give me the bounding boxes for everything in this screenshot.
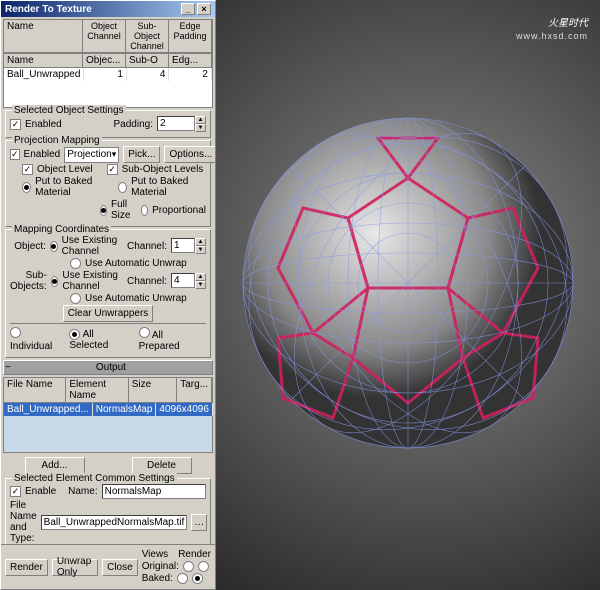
browse-file-button[interactable]: … xyxy=(191,514,207,531)
sub-auto-radio[interactable] xyxy=(70,293,81,304)
proportional-radio[interactable] xyxy=(141,205,148,216)
element-name-input[interactable]: NormalsMap xyxy=(102,484,206,499)
dialog-body: Name Object Channel Sub-Object Channel E… xyxy=(1,17,215,544)
add-element-button[interactable]: Add... xyxy=(25,457,85,474)
table-row: Ball_Unwrapped 1 4 2 xyxy=(4,68,212,81)
group-projection-mapping: Projection Mapping ✓ Enabled Projection … xyxy=(5,140,211,227)
render-button[interactable]: Render xyxy=(5,559,48,576)
delete-element-button[interactable]: Delete xyxy=(132,457,192,474)
unwrap-only-button[interactable]: Unwrap Only xyxy=(52,559,98,576)
obj-channel-spinner[interactable]: 1▲▼ xyxy=(171,238,206,254)
orig-render-radio[interactable] xyxy=(198,561,209,572)
group-mapping-coordinates: Mapping Coordinates Object: Use Existing… xyxy=(5,229,211,358)
dialog-footer: Render Unwrap Only Close ViewsRender Ori… xyxy=(1,544,215,589)
clear-unwrappers-button[interactable]: Clear Unwrappers xyxy=(63,305,154,322)
object-table-subheader[interactable]: Name Objec... Sub-O Edg... xyxy=(3,53,213,68)
enabled-checkbox[interactable]: ✓ xyxy=(10,119,21,130)
viewport[interactable]: 火星时代 www.hxsd.com xyxy=(216,0,600,590)
baked-material-radio2[interactable] xyxy=(118,182,127,193)
sub-existing-radio[interactable] xyxy=(51,276,59,287)
baked-views-radio[interactable] xyxy=(177,573,188,584)
orig-views-radio[interactable] xyxy=(183,561,194,572)
element-enable-checkbox[interactable]: ✓ xyxy=(10,486,21,497)
allprepared-radio[interactable] xyxy=(139,327,150,338)
options-button[interactable]: Options... xyxy=(164,146,215,163)
object-level-checkbox[interactable]: ✓ xyxy=(22,164,33,175)
minimize-button[interactable]: _ xyxy=(181,3,195,15)
dialog-title: Render To Texture xyxy=(5,4,92,15)
fullsize-radio[interactable] xyxy=(100,205,107,216)
object-table-header: Name Object Channel Sub-Object Channel E… xyxy=(3,19,213,53)
output-rollout[interactable]: −Output xyxy=(3,360,213,375)
table-row: Ball_Unwrapped... NormalsMap 4096x4096 B… xyxy=(4,403,212,416)
obj-auto-radio[interactable] xyxy=(70,258,81,269)
individual-radio[interactable] xyxy=(10,327,21,338)
sub-channel-spinner[interactable]: 4▲▼ xyxy=(171,273,206,289)
filename-input[interactable]: Ball_UnwrappedNormalsMap.tif xyxy=(41,515,188,530)
baked-render-radio[interactable] xyxy=(192,573,203,584)
output-table[interactable]: Ball_Unwrapped... NormalsMap 4096x4096 B… xyxy=(3,403,213,453)
pick-button[interactable]: Pick... xyxy=(123,146,160,163)
watermark: 火星时代 www.hxsd.com xyxy=(516,10,588,41)
padding-spinner[interactable]: 2▲▼ xyxy=(157,116,206,132)
render-to-texture-dialog: Render To Texture _ × Name Object Channe… xyxy=(0,0,216,590)
group-element-common: Selected Element Common Settings ✓Enable… xyxy=(5,478,211,544)
output-table-header[interactable]: File Name Element Name Size Targ... xyxy=(3,377,213,403)
allselected-radio[interactable] xyxy=(69,329,80,340)
projmap-enabled-checkbox[interactable]: ✓ xyxy=(10,149,20,160)
titlebar[interactable]: Render To Texture _ × xyxy=(1,1,215,17)
obj-existing-radio[interactable] xyxy=(50,241,58,252)
baked-material-radio[interactable] xyxy=(22,182,31,193)
subobject-levels-checkbox[interactable]: ✓ xyxy=(107,164,118,175)
group-selected-object-settings: Selected Object Settings ✓ Enabled Paddi… xyxy=(5,110,211,138)
object-table[interactable]: Ball_Unwrapped 1 4 2 xyxy=(3,68,213,108)
projection-dropdown[interactable]: Projection xyxy=(64,147,119,163)
soccer-ball-mesh xyxy=(233,108,583,458)
close-dialog-button[interactable]: Close xyxy=(102,559,138,576)
close-button[interactable]: × xyxy=(197,3,211,15)
